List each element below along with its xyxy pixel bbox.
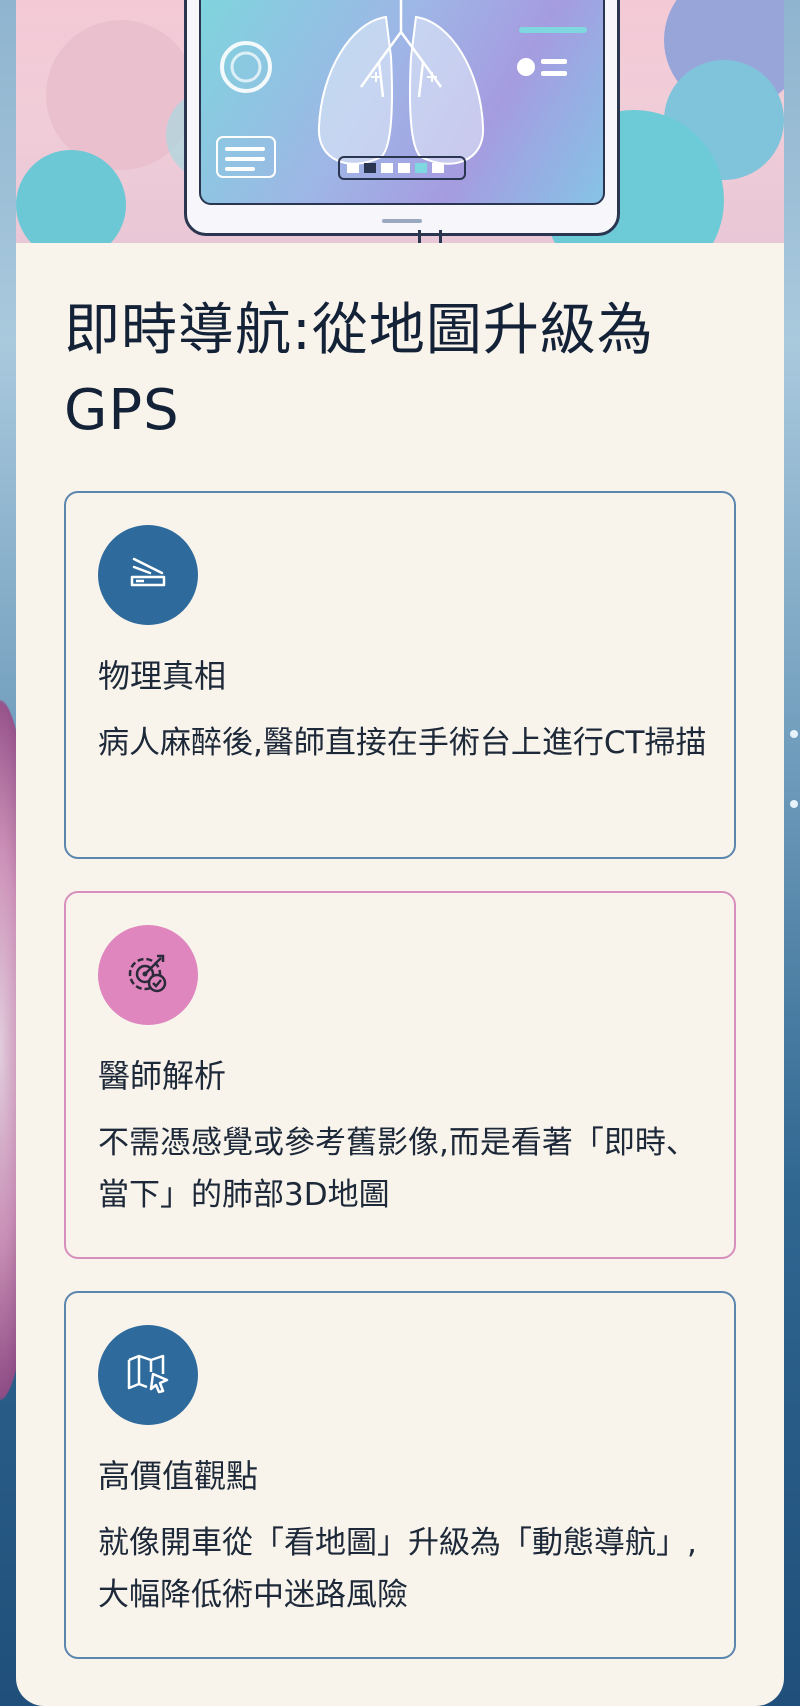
feature-description: 病人麻醉後,醫師直接在手術台上進行CT掃描 — [98, 725, 707, 761]
content-card: 即時導航:從地圖升級為GPS 物理真相 病人麻醉後,醫師直接在手術台上進行CT掃… — [16, 0, 784, 1706]
tablet-home-indicator — [382, 219, 422, 223]
page-title: 即時導航:從地圖升級為GPS — [64, 298, 654, 443]
feature-icon-badge — [98, 925, 198, 1025]
tablet-stand — [418, 230, 442, 243]
background-dot — [790, 800, 798, 808]
map-cursor-icon — [123, 1348, 173, 1402]
feature-card-high-value: 高價值觀點 就像開車從「看地圖」升級為「動態導航」,大幅降低術中迷路風險 — [64, 1291, 736, 1659]
scanner-icon — [124, 549, 172, 601]
lungs-scan-illustration — [216, 0, 587, 180]
feature-title: 物理真相 — [98, 657, 227, 695]
feature-title: 高價值觀點 — [98, 1457, 259, 1495]
hero-illustration — [16, 0, 784, 243]
feature-icon-badge — [98, 1325, 198, 1425]
feature-description: 就像開車從「看地圖」升級為「動態導航」,大幅降低術中迷路風險 — [98, 1525, 697, 1613]
feature-icon-badge — [98, 525, 198, 625]
background-dot — [790, 730, 798, 738]
feature-card-doctor-analysis: 醫師解析 不需憑感覺或參考舊影像,而是看著「即時、當下」的肺部3D地圖 — [64, 891, 736, 1259]
feature-title: 醫師解析 — [98, 1057, 227, 1095]
feature-description: 不需憑感覺或參考舊影像,而是看著「即時、當下」的肺部3D地圖 — [98, 1125, 697, 1213]
main-content: 即時導航:從地圖升級為GPS 物理真相 病人麻醉後,醫師直接在手術台上進行CT掃… — [16, 291, 784, 1659]
feature-card-physical-truth: 物理真相 病人麻醉後,醫師直接在手術台上進行CT掃描 — [64, 491, 736, 859]
tablet-illustration — [184, 0, 620, 236]
target-check-icon — [123, 948, 173, 1002]
tablet-screen — [199, 0, 605, 205]
